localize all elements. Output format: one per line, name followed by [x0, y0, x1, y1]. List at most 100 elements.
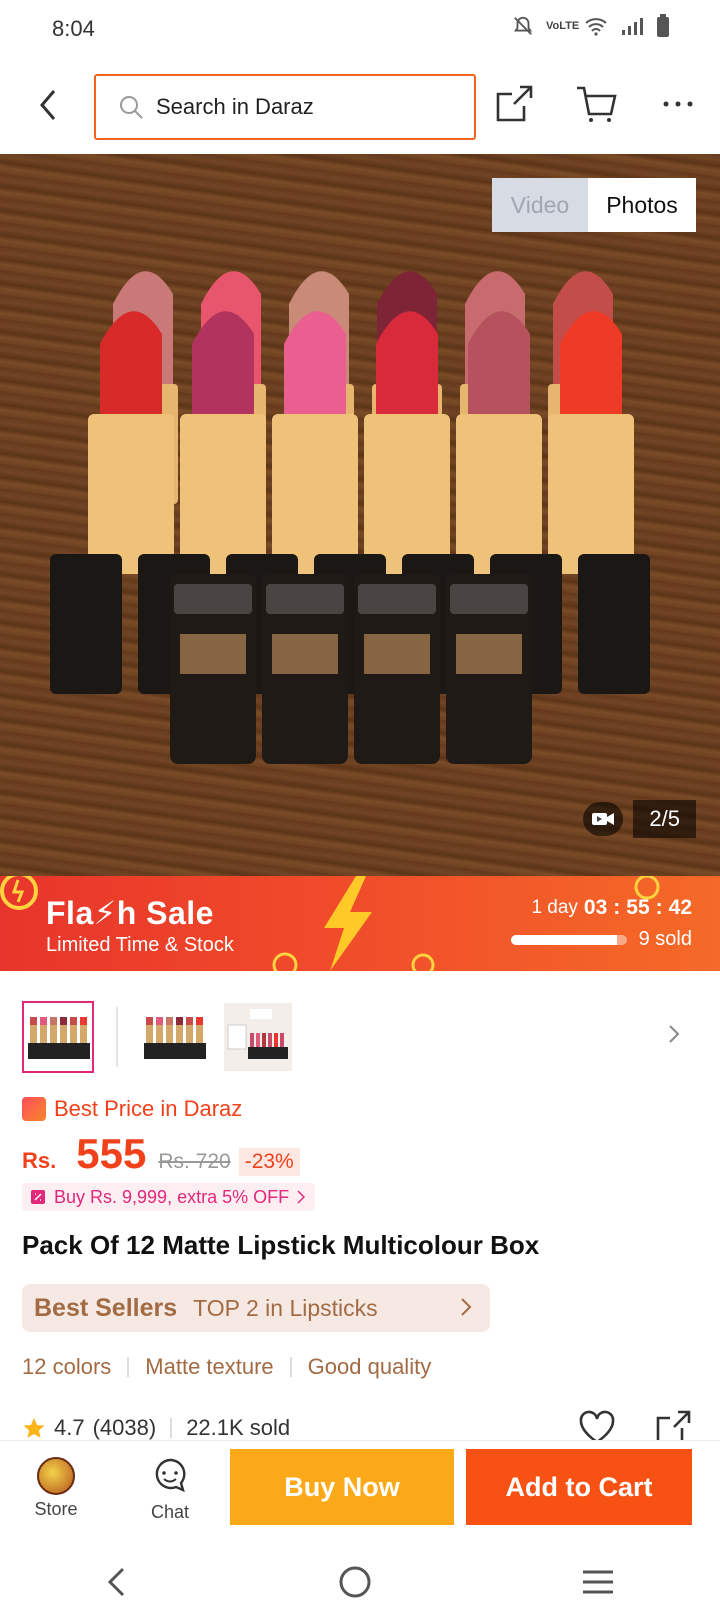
alarm-clock-icon [272, 952, 298, 971]
search-icon [120, 96, 143, 119]
best-sellers-rank: TOP 2 in Lipsticks [193, 1294, 378, 1321]
share-icon [496, 85, 533, 122]
thumbnail-3[interactable] [222, 1001, 294, 1073]
cart-icon [577, 86, 617, 122]
status-icons: VoLTE [512, 14, 670, 38]
price-currency: Rs. [22, 1148, 57, 1173]
product-tags: 12 colors Matte texture Good quality [22, 1354, 431, 1380]
rating-value: 4.7 [54, 1415, 85, 1440]
product-gallery[interactable]: Video Photos 2/5 [0, 154, 720, 876]
alarm-clock-icon [411, 953, 435, 971]
voucher-icon [31, 1190, 45, 1204]
product-title: Pack Of 12 Matte Lipstick Multicolour Bo… [22, 1230, 540, 1260]
store-button[interactable]: Store [26, 1457, 86, 1520]
chat-button[interactable]: Chat [140, 1457, 200, 1523]
flash-sale-subtitle: Limited Time & Stock [46, 934, 234, 956]
discount-badge: -23% [238, 1148, 300, 1176]
heart-icon[interactable] [578, 1410, 616, 1444]
chat-bubble-icon [155, 1458, 186, 1493]
sold-progress-fill [510, 934, 618, 945]
rating-divider [170, 1418, 173, 1438]
countdown-days: 1 day [531, 897, 578, 918]
battery-icon [657, 14, 669, 37]
price-row: Rs. 555 Rs. 720 -23% [22, 1130, 300, 1178]
top-bar: Search in Daraz [0, 58, 720, 154]
price: 555 [76, 1130, 147, 1177]
add-to-cart-button[interactable]: Add to Cart [466, 1449, 692, 1525]
thumbnail-strip [22, 1000, 702, 1074]
nav-back-icon[interactable] [105, 1566, 129, 1598]
back-button[interactable] [28, 80, 68, 130]
sold-count: 9 sold [638, 928, 692, 950]
star-icon [23, 1418, 45, 1438]
tag-item: 12 colors [22, 1354, 112, 1379]
original-price: Rs. 720 [158, 1150, 231, 1173]
top-actions [492, 78, 700, 130]
store-label: Store [34, 1499, 78, 1519]
chevron-right-icon [461, 1298, 472, 1316]
tag-divider [127, 1357, 130, 1377]
thumbnail-1[interactable] [22, 1001, 94, 1073]
thumbnail-2[interactable] [138, 1001, 210, 1073]
image-counter: 2/5 [583, 800, 696, 838]
image-counter-text: 2/5 [633, 800, 696, 838]
countdown-minutes: 55 [626, 896, 650, 919]
media-toggle: Video Photos [492, 178, 696, 232]
product-image [50, 271, 650, 764]
tab-photos[interactable]: Photos [588, 178, 696, 232]
more-button[interactable] [656, 78, 700, 130]
nav-recents-icon[interactable] [581, 1569, 615, 1595]
best-sellers-banner[interactable]: Best Sellers TOP 2 in Lipsticks [22, 1284, 490, 1332]
sold-progress: 9 sold [510, 928, 692, 951]
video-camera-icon [592, 813, 615, 825]
store-logo [37, 1457, 75, 1495]
signal-icon [622, 18, 643, 35]
cart-button[interactable] [574, 78, 618, 130]
countdown-hours: 03 [583, 896, 608, 919]
volte-icon: VoLTE [546, 19, 580, 32]
thumbnail-image [140, 1003, 208, 1071]
search-placeholder: Search in Daraz [156, 94, 314, 119]
flash-sale-banner[interactable]: Fla⚡h Sale Limited Time & Stock 1 day 03… [0, 876, 720, 971]
alarm-clock-icon [0, 876, 38, 910]
more-dots-icon [663, 101, 693, 107]
system-nav-bar [0, 1552, 720, 1612]
tab-video[interactable]: Video [492, 178, 588, 232]
lightning-icon [324, 876, 372, 971]
voucher-banner[interactable]: Buy Rs. 9,999, extra 5% OFF [22, 1183, 316, 1211]
status-time: 8:04 [52, 16, 95, 41]
countdown-seconds: 42 [668, 896, 692, 919]
tag-item: Good quality [307, 1354, 432, 1379]
chevron-right-icon[interactable] [668, 1024, 680, 1044]
countdown-colon: : [655, 896, 663, 919]
mute-bell-icon [513, 16, 533, 35]
wifi-icon [585, 18, 607, 36]
best-price-label: Best Price in Daraz [22, 1096, 242, 1122]
status-bar: 8:04 VoLTE [0, 0, 720, 58]
tag-item: Matte texture [145, 1354, 274, 1379]
countdown-timer: 1 day 03 : 55 : 42 [531, 896, 692, 920]
thumbnail-image [24, 1003, 92, 1071]
best-price-text: Best Price in Daraz [54, 1096, 243, 1121]
chevron-right-icon [297, 1190, 306, 1204]
sold-progress-bar [510, 934, 627, 945]
voucher-text: Buy Rs. 9,999, extra 5% OFF [54, 1186, 290, 1207]
review-count: (4038) [92, 1415, 157, 1440]
sold-count-total: 22.1K sold [186, 1415, 291, 1440]
video-button[interactable] [583, 802, 624, 836]
countdown-colon: : [613, 896, 621, 919]
search-input[interactable]: Search in Daraz [94, 74, 476, 140]
thumbnail-image [224, 1003, 292, 1071]
chat-label: Chat [150, 1502, 190, 1522]
tag-divider [289, 1357, 292, 1377]
rating-actions [578, 1410, 692, 1444]
nav-home-icon[interactable] [338, 1565, 372, 1599]
best-sellers-label: Best Sellers [34, 1293, 178, 1322]
best-price-icon [22, 1097, 46, 1121]
share-button[interactable] [492, 78, 536, 130]
share-icon[interactable] [654, 1410, 692, 1444]
buy-now-button[interactable]: Buy Now [230, 1449, 454, 1525]
bottom-action-bar: Store Chat Buy Now Add to Cart [0, 1440, 720, 1552]
thumbnail-divider [116, 1007, 118, 1067]
chevron-left-icon [40, 90, 56, 120]
